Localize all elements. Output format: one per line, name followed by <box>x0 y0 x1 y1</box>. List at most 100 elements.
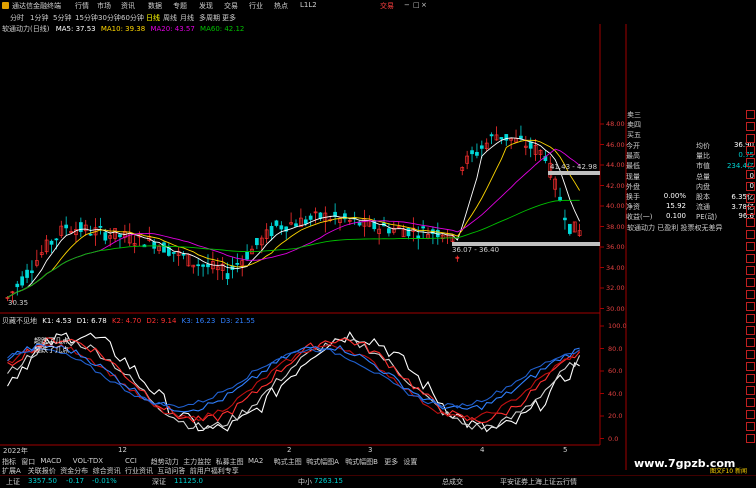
side-toolbar-icon[interactable] <box>746 134 755 143</box>
x-label-year: 2022年 <box>3 447 28 455</box>
price-tick-label: 44.00 <box>606 161 625 169</box>
k2-line <box>7 337 581 424</box>
candle-body <box>416 235 421 239</box>
low-price-label: 30.35 <box>8 299 29 307</box>
price-tick-label: 30.00 <box>606 304 625 313</box>
quote-panel: 卖三 卖四 买五 今开 均价 36.90 最高 量比 0.75 最低 市值 234.4亿 现量 总量… <box>626 110 756 240</box>
osc-note-2: 超跌了几点 <box>34 346 69 354</box>
candle-body <box>196 264 201 267</box>
side-toolbar-icon[interactable] <box>746 374 755 383</box>
side-toolbar-icon[interactable] <box>746 242 755 251</box>
candle-body <box>489 134 494 137</box>
indicator-tab[interactable]: VOL-TDX <box>73 457 103 465</box>
sh-index-label[interactable]: 上证 <box>6 477 20 487</box>
candle-body <box>20 276 25 286</box>
stat-label-2: 均价 <box>696 142 710 150</box>
side-toolbar-icon[interactable] <box>746 110 755 119</box>
side-toolbar-icon[interactable] <box>746 386 755 395</box>
price-tick-label: 32.00 <box>606 284 625 292</box>
side-toolbar-icon[interactable] <box>746 410 755 419</box>
candle-body <box>201 264 205 267</box>
range-label-high: 41.43 - 42.98 <box>550 163 598 171</box>
side-toolbar-icon[interactable] <box>746 350 755 359</box>
stat-label-2: PE(动) <box>696 213 718 222</box>
side-toolbar-icon[interactable] <box>746 434 755 443</box>
osc-tick-label: 60.0 <box>608 367 623 375</box>
side-toolbar-icon[interactable] <box>746 146 755 155</box>
candle-body <box>171 252 176 254</box>
side-toolbar-icon[interactable] <box>746 170 755 179</box>
stat-label-2: 内盘 <box>696 182 710 191</box>
side-toolbar-icon[interactable] <box>746 122 755 131</box>
candle-body <box>245 251 249 260</box>
side-toolbar-icon[interactable] <box>746 278 755 287</box>
indicator-tabs: 指标 窗口 MACD VOL-TDX CCI 趋势动力 主力监控 私募主图 MA2 鸭式主图 鸭式幅… <box>0 457 600 466</box>
stat-label: 外盘 <box>626 182 640 191</box>
bid5-label: 买五 <box>627 131 641 139</box>
side-toolbar-icon[interactable] <box>746 302 755 311</box>
stat-label-2: 流通 <box>696 203 710 212</box>
sh-index-value: 3357.50 <box>28 477 57 485</box>
stat-label: 收益(一) <box>626 213 653 222</box>
side-toolbar-icon[interactable] <box>746 314 755 323</box>
side-toolbar-icon[interactable] <box>746 290 755 299</box>
side-toolbar-icon[interactable] <box>746 338 755 347</box>
sh-index-change: -0.17 <box>66 477 85 485</box>
x-label-apr: 4 <box>480 446 485 454</box>
news-ticker[interactable]: 平安证券上海上证云行情 <box>500 477 577 487</box>
side-toolbar-icon[interactable] <box>746 158 755 167</box>
quote-stat-row: 收益(一) 0.100 PE(动) 96.6 <box>626 212 756 223</box>
candle-body <box>64 224 69 229</box>
stat-label-2: 市值 <box>696 162 710 171</box>
price-tick-label: 46.00 <box>606 140 625 149</box>
side-toolbar-icon[interactable] <box>746 230 755 239</box>
sz-index-value: 11125.0 <box>174 477 203 485</box>
total-volume-label[interactable]: 总成交 <box>442 477 463 487</box>
resistance-bar <box>548 171 600 175</box>
side-toolbar-icon[interactable] <box>746 206 755 215</box>
side-toolbar-icon[interactable] <box>746 182 755 191</box>
candle-body <box>479 145 484 149</box>
d2-line <box>7 343 580 421</box>
zx-index-value: 7263.15 <box>314 477 343 485</box>
side-toolbar-icon[interactable] <box>746 326 755 335</box>
zx-index-label[interactable]: 中小 <box>298 477 312 487</box>
side-toolbar-icon[interactable] <box>746 362 755 371</box>
price-tick-label: 42.00 <box>606 181 625 190</box>
x-label-mar: 3 <box>368 446 373 454</box>
indicator-tab[interactable]: MA2 <box>248 457 263 465</box>
candle-body <box>519 135 523 139</box>
candle-body <box>88 233 93 236</box>
candle-body <box>118 234 122 238</box>
stat-value: 0.00% <box>663 192 686 200</box>
candle-body <box>279 225 284 230</box>
side-toolbar-icon[interactable] <box>746 194 755 203</box>
side-toolbar-icon[interactable] <box>746 266 755 275</box>
side-toolbar-icon[interactable] <box>746 218 755 227</box>
side-toolbar-icon[interactable] <box>746 422 755 431</box>
osc-tick-label: 40.0 <box>608 389 623 398</box>
candle-body <box>303 219 308 224</box>
price-tick-label: 38.00 <box>606 222 625 231</box>
indicator-tab[interactable]: MACD <box>40 457 61 465</box>
sz-index-label[interactable]: 深证 <box>152 477 166 487</box>
stock-note: 软通动力 已盈利 投票权无差异 <box>627 224 723 232</box>
indicator-tab[interactable]: CCI <box>125 457 137 465</box>
candle-body <box>49 240 54 245</box>
candle-body <box>528 141 533 149</box>
kline-chart[interactable] <box>0 0 756 487</box>
stat-label: 最高 <box>626 152 640 161</box>
stat-label: 今开 <box>626 142 640 150</box>
x-label-may: 5 <box>563 446 568 454</box>
watermark: www.7gpzb.com <box>634 457 736 470</box>
candle-body <box>563 217 567 221</box>
candle-body <box>30 270 34 274</box>
stat-label: 换手 <box>626 193 640 201</box>
side-toolbar-icon[interactable] <box>746 254 755 263</box>
range-label-low: 36.07 - 36.40 <box>452 246 500 254</box>
side-toolbar-icon[interactable] <box>746 398 755 407</box>
osc-tick-label: 100.0 <box>608 322 627 330</box>
x-label-feb: 2 <box>287 446 292 454</box>
ask3-label: 卖三 <box>627 111 641 119</box>
status-bar: 上证 3357.50 -0.17 -0.01% 深证 11125.0 中小 72… <box>0 475 756 488</box>
